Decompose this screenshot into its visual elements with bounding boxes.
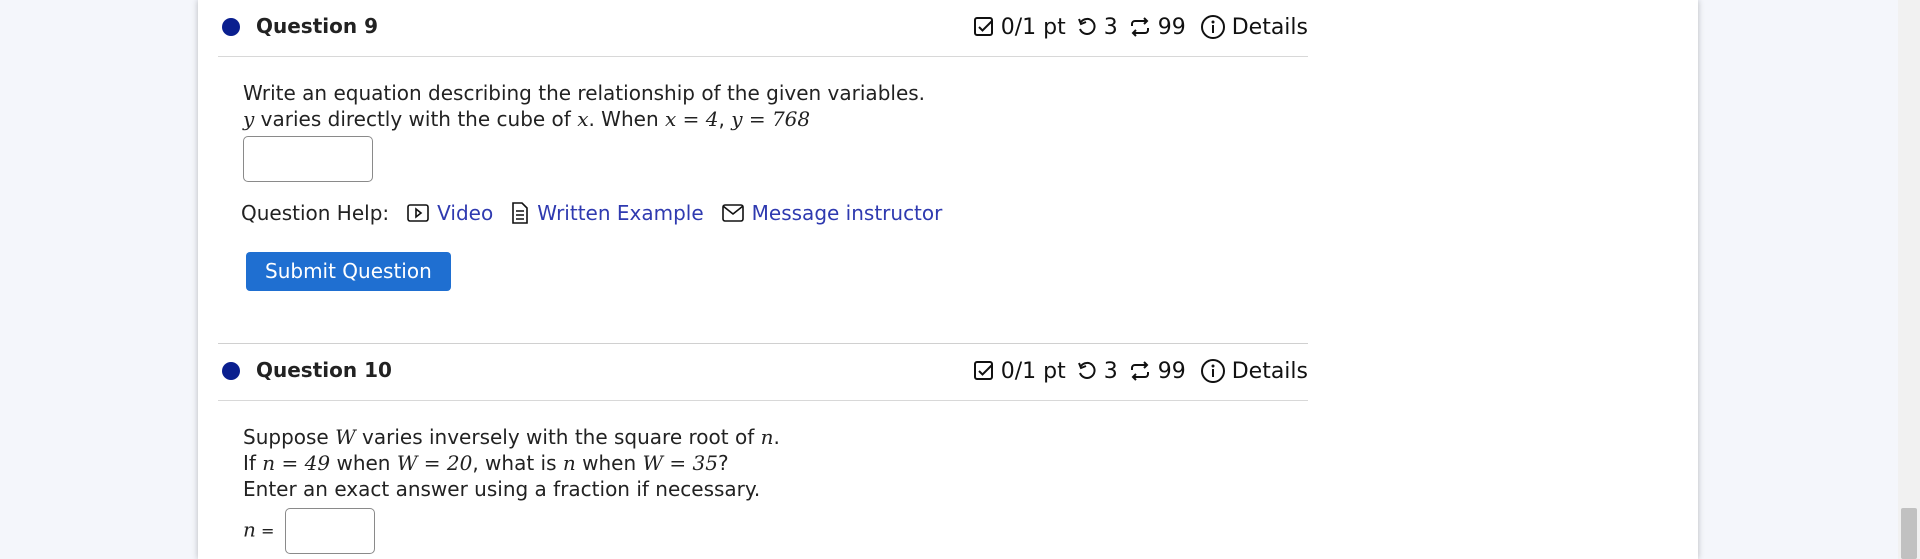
attempts: 99	[1128, 15, 1186, 40]
answer-row: n =	[243, 508, 1308, 554]
text-fragment: . When	[588, 107, 665, 131]
question-header: Question 9 0/1 pt 3 99 Details	[218, 0, 1308, 57]
attempts-icon	[1130, 17, 1149, 37]
message-instructor-label: Message instructor	[751, 201, 943, 225]
question-text-line2: If n = 49 when W = 20, what is n when W …	[243, 450, 1308, 476]
retries: 3	[1076, 359, 1118, 384]
answer-var: n	[243, 517, 256, 542]
answer-input[interactable]	[284, 508, 375, 554]
text-fragment: .	[773, 425, 780, 449]
checkbox-icon	[973, 361, 993, 380]
condition-y: y = 768	[731, 107, 811, 131]
details-button[interactable]: Details	[1200, 14, 1308, 40]
question-meta: 0/1 pt 3 99 Details	[963, 14, 1308, 40]
attempts-icon	[1130, 361, 1149, 381]
question-9: Question 9 0/1 pt 3 99 Details Write an …	[218, 0, 1308, 291]
mail-icon	[721, 204, 744, 222]
text-fragment: If	[243, 451, 263, 475]
question-body: Write an equation describing the relatio…	[218, 57, 1308, 291]
status-dot	[222, 362, 240, 380]
text-fragment: when	[330, 451, 397, 475]
var-n: n	[562, 451, 576, 475]
info-icon	[1200, 359, 1225, 383]
condition-n: n = 49	[262, 451, 331, 475]
status-dot	[222, 18, 240, 36]
text-fragment: Suppose	[243, 425, 336, 449]
text-fragment: , what is	[472, 451, 563, 475]
var-n: n	[760, 425, 774, 449]
info-icon	[1200, 15, 1225, 39]
var-W: W	[335, 425, 356, 449]
answer-input[interactable]	[243, 136, 373, 182]
video-link[interactable]: Video	[407, 200, 493, 226]
question-text-line3: Enter an exact answer using a fraction i…	[243, 477, 761, 501]
condition-x: x = 4	[664, 107, 719, 131]
condition-W2: W = 35	[642, 451, 718, 475]
text-fragment: ?	[717, 451, 729, 475]
question-text-line1: Suppose W varies inversely with the squa…	[243, 424, 1308, 450]
text-fragment: ,	[718, 107, 732, 131]
document-icon	[512, 202, 529, 224]
written-example-label: Written Example	[537, 201, 704, 225]
question-text-line2: y varies directly with the cube of x. Wh…	[243, 106, 1308, 132]
answer-eq: =	[255, 521, 275, 541]
var-y: y	[243, 107, 255, 131]
question-body: Suppose W varies inversely with the squa…	[218, 401, 1308, 554]
var-x: x	[577, 107, 589, 131]
question-help: Question Help: Video Written Example Mes…	[241, 200, 1308, 226]
text-fragment: varies directly with the cube of	[254, 107, 578, 131]
retry-icon	[1077, 17, 1096, 35]
message-instructor-link[interactable]: Message instructor	[721, 200, 943, 226]
video-label: Video	[437, 201, 494, 225]
question-text-line1: Write an equation describing the relatio…	[243, 81, 926, 105]
retries: 3	[1076, 15, 1118, 40]
attempts: 99	[1128, 359, 1186, 384]
video-icon	[407, 204, 429, 222]
score: 0/1 pt	[973, 359, 1066, 384]
assignment-page: Question 9 0/1 pt 3 99 Details Write an …	[198, 0, 1698, 559]
submit-question-button[interactable]: Submit Question	[246, 252, 451, 291]
text-fragment: varies inversely with the square root of	[355, 425, 761, 449]
page-scrollbar[interactable]	[1898, 0, 1920, 559]
question-title: Question 10	[256, 358, 392, 382]
written-example-link[interactable]: Written Example	[511, 200, 704, 226]
question-meta: 0/1 pt 3 99 Details	[963, 358, 1308, 384]
score: 0/1 pt	[973, 15, 1066, 40]
checkbox-icon	[973, 17, 993, 36]
help-label: Question Help:	[241, 201, 390, 225]
retry-icon	[1077, 361, 1096, 379]
condition-W: W = 20	[396, 451, 473, 475]
question-title: Question 9	[256, 14, 378, 38]
text-fragment: when	[575, 451, 643, 475]
details-button[interactable]: Details	[1200, 358, 1308, 384]
question-header: Question 10 0/1 pt 3 99 Details	[218, 344, 1308, 401]
question-10: Question 10 0/1 pt 3 99 Details Suppose …	[218, 344, 1308, 554]
scrollbar-thumb[interactable]	[1901, 508, 1917, 559]
